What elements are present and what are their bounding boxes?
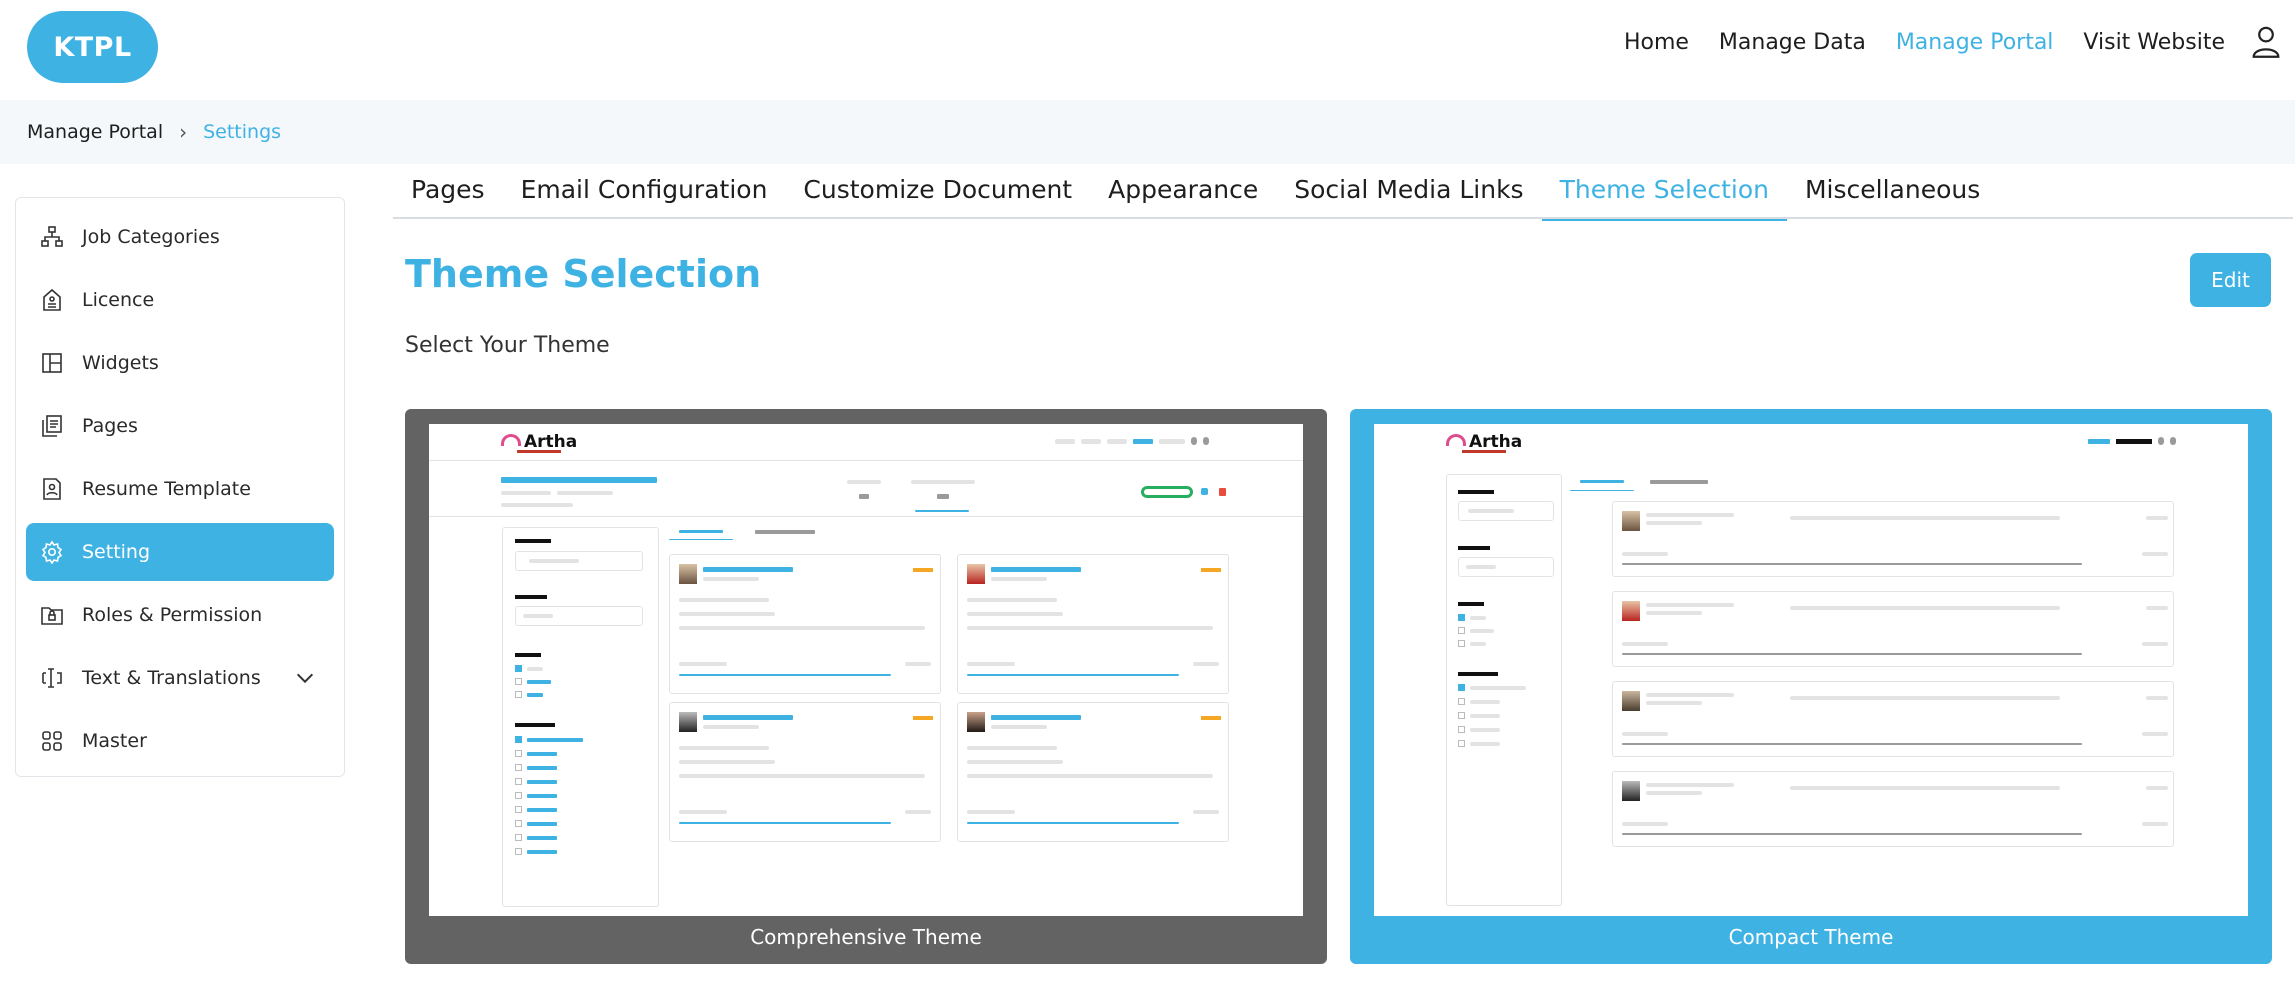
- sidebar-item-label: Pages: [82, 415, 138, 437]
- top-header: KTPL Home Manage Data Manage Portal Visi…: [0, 0, 2295, 100]
- gear-icon: [41, 540, 63, 564]
- nav-visit-website[interactable]: Visit Website: [2083, 30, 2225, 55]
- preview-logo: Artha: [1446, 432, 1522, 452]
- sidebar-item-label: Widgets: [82, 352, 159, 374]
- sidebar-item-roles-permission[interactable]: Roles & Permission: [26, 586, 334, 644]
- nav-home[interactable]: Home: [1624, 30, 1689, 55]
- sidebar-item-job-categories[interactable]: Job Categories: [26, 208, 334, 266]
- preview-logo: Artha: [501, 432, 577, 452]
- nav-manage-portal[interactable]: Manage Portal: [1896, 30, 2054, 55]
- sidebar-item-resume-template[interactable]: Resume Template: [26, 460, 334, 518]
- sidebar-item-setting[interactable]: Setting: [26, 523, 334, 581]
- theme-caption: Comprehensive Theme: [750, 925, 982, 949]
- sidebar-item-widgets[interactable]: Widgets: [26, 334, 334, 392]
- sidebar-item-licence[interactable]: Licence: [26, 271, 334, 329]
- sidebar-item-label: Text & Translations: [82, 667, 261, 689]
- sidebar-item-label: Roles & Permission: [82, 604, 263, 626]
- chevron-down-icon[interactable]: [294, 667, 316, 689]
- theme-preview: Artha: [429, 424, 1303, 916]
- tab-appearance[interactable]: Appearance: [1090, 165, 1276, 219]
- section-subtitle: Select Your Theme: [405, 333, 610, 358]
- text-cursor-icon: [42, 668, 62, 688]
- sidebar-item-label: Job Categories: [82, 226, 220, 248]
- tab-miscellaneous[interactable]: Miscellaneous: [1787, 165, 1998, 219]
- page-title: Theme Selection: [405, 252, 762, 296]
- breadcrumb: Manage Portal › Settings: [0, 100, 2295, 164]
- theme-card-comprehensive[interactable]: Artha Comprehensive Theme: [405, 409, 1327, 964]
- sidebar-item-master[interactable]: Master: [26, 712, 334, 770]
- main-nav: Home Manage Data Manage Portal Visit Web…: [1624, 30, 2225, 55]
- tab-social-media-links[interactable]: Social Media Links: [1276, 165, 1541, 219]
- resume-icon: [43, 478, 61, 500]
- document-icon: [43, 288, 61, 311]
- chevron-right-icon: ›: [179, 120, 188, 144]
- breadcrumb-parent[interactable]: Manage Portal: [27, 121, 163, 143]
- theme-card-compact[interactable]: Artha Compact Theme: [1350, 409, 2272, 964]
- grid-icon: [42, 731, 62, 751]
- sidebar-item-text-translations[interactable]: Text & Translations: [26, 649, 334, 707]
- nav-manage-data[interactable]: Manage Data: [1719, 30, 1866, 55]
- preview-logo-underline: [1462, 450, 1506, 453]
- tab-theme-selection[interactable]: Theme Selection: [1541, 165, 1788, 221]
- tab-email-configuration[interactable]: Email Configuration: [503, 165, 786, 219]
- tab-pages[interactable]: Pages: [393, 165, 503, 219]
- hierarchy-icon: [41, 226, 63, 247]
- edit-button[interactable]: Edit: [2190, 253, 2271, 307]
- user-icon[interactable]: [2251, 26, 2281, 58]
- layout-icon: [42, 353, 62, 373]
- preview-logo-underline: [517, 450, 561, 453]
- settings-tabs: Pages Email Configuration Customize Docu…: [393, 165, 2293, 221]
- tab-customize-document[interactable]: Customize Document: [785, 165, 1090, 219]
- sidebar-item-label: Master: [82, 730, 147, 752]
- folder-lock-icon: [41, 607, 63, 625]
- sidebar: Job Categories Licence Widgets Pages Res…: [15, 197, 345, 777]
- theme-caption: Compact Theme: [1728, 925, 1894, 949]
- sidebar-item-pages[interactable]: Pages: [26, 397, 334, 455]
- sidebar-item-label: Resume Template: [82, 478, 251, 500]
- breadcrumb-current: Settings: [203, 121, 282, 143]
- sidebar-item-label: Setting: [82, 541, 151, 563]
- pages-icon: [42, 415, 62, 437]
- sidebar-item-label: Licence: [82, 289, 155, 311]
- theme-preview: Artha: [1374, 424, 2248, 916]
- logo[interactable]: KTPL: [27, 11, 158, 83]
